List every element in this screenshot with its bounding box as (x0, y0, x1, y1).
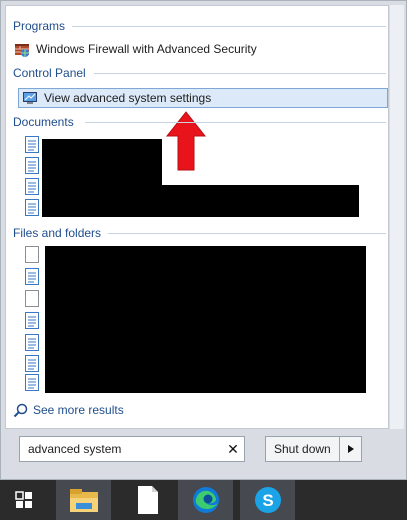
group-divider (72, 26, 386, 27)
scrollbar[interactable] (390, 5, 404, 429)
document-icon[interactable] (25, 157, 39, 174)
edge-icon (192, 487, 219, 513)
group-label-programs: Programs (13, 19, 66, 33)
svg-text:S: S (262, 491, 273, 510)
group-label-documents: Documents (13, 115, 74, 129)
redacted-block (45, 246, 366, 393)
search-icon (13, 403, 28, 417)
annotation-arrow-icon (165, 111, 207, 171)
result-label: Windows Firewall with Advanced Security (36, 42, 257, 56)
shutdown-button-group: Shut down (265, 436, 362, 462)
result-label: View advanced system settings (44, 91, 212, 105)
start-icon (15, 491, 32, 508)
shutdown-button[interactable]: Shut down (266, 437, 339, 461)
document-icon[interactable] (25, 334, 39, 351)
group-divider (108, 233, 386, 234)
firewall-icon (15, 44, 29, 57)
group-label-control-panel: Control Panel (13, 66, 86, 80)
taskbar-file-explorer[interactable] (56, 480, 111, 520)
document-icon[interactable] (25, 355, 39, 372)
taskbar-document[interactable] (120, 480, 175, 520)
search-input-value: advanced system (28, 442, 122, 456)
start-button[interactable] (0, 480, 48, 520)
system-settings-icon (23, 92, 37, 104)
document-icon (137, 486, 158, 514)
skype-icon: S (254, 487, 281, 513)
group-divider (94, 73, 386, 74)
document-icon[interactable] (25, 268, 39, 285)
shutdown-options-arrow[interactable] (339, 437, 361, 461)
document-icon[interactable] (25, 374, 39, 391)
group-divider (85, 122, 386, 123)
file-icon[interactable] (25, 290, 39, 307)
group-label-files-and-folders: Files and folders (13, 226, 102, 240)
search-input[interactable]: advanced system ✕ (19, 436, 245, 462)
document-icon[interactable] (25, 312, 39, 329)
clear-search-button[interactable]: ✕ (222, 438, 244, 460)
result-view-advanced-system-settings[interactable]: View advanced system settings (18, 88, 388, 108)
result-windows-firewall[interactable]: Windows Firewall with Advanced Security (14, 39, 257, 59)
file-icon[interactable] (25, 246, 39, 263)
file-explorer-icon (69, 489, 98, 512)
see-more-label: See more results (33, 403, 124, 417)
document-icon[interactable] (25, 136, 39, 153)
taskbar-edge[interactable] (178, 480, 233, 520)
document-icon[interactable] (25, 199, 39, 216)
document-icon[interactable] (25, 178, 39, 195)
redacted-block (42, 185, 359, 217)
redacted-block (42, 139, 162, 189)
taskbar-skype[interactable]: S (240, 480, 295, 520)
chevron-right-icon (347, 445, 354, 453)
see-more-results-link[interactable]: See more results (13, 401, 124, 419)
